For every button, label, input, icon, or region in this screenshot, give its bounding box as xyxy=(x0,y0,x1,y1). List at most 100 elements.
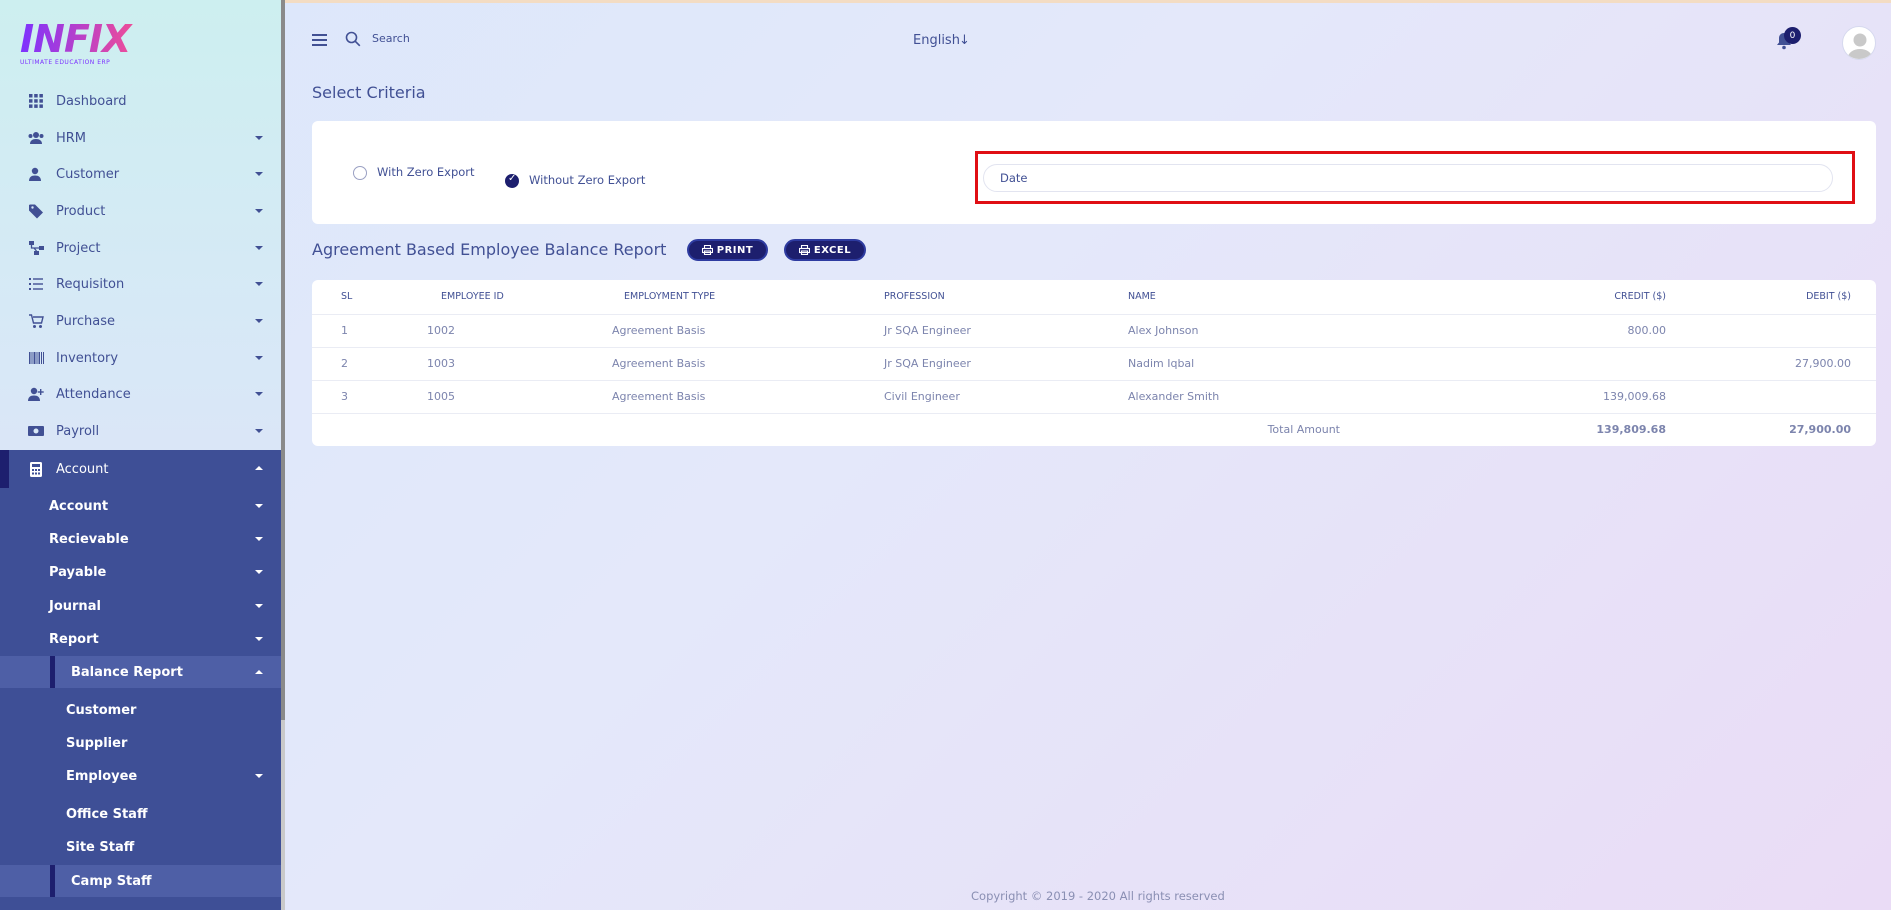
chevron-down-icon xyxy=(255,282,263,286)
table-row: 2 1003 Agreement Basis Jr SQA Engineer N… xyxy=(312,347,1876,381)
chevron-down-icon xyxy=(255,570,263,574)
sidebar-subitem-payable[interactable]: Payable xyxy=(0,556,281,588)
grid-icon xyxy=(28,93,44,109)
print-label: PRINT xyxy=(716,244,754,256)
column-header-sl[interactable]: SL xyxy=(312,280,427,315)
sidebar-item-payroll[interactable]: Payroll xyxy=(0,413,281,449)
sidebar-item-inventory[interactable]: Inventory xyxy=(0,340,281,376)
sidebar-subitem-label: Account xyxy=(49,498,109,514)
chevron-down-icon xyxy=(255,246,263,250)
cell-credit xyxy=(1340,347,1672,381)
sidebar: INFIX ULTIMATE EDUCATION ERP Dashboard H… xyxy=(0,0,281,910)
cell-credit: 800.00 xyxy=(1340,314,1672,348)
list-icon xyxy=(28,276,44,292)
cell-total-credit: 139,809.68 xyxy=(1596,423,1666,437)
print-button[interactable]: PRINT xyxy=(687,239,768,261)
sidebar-item-dashboard[interactable]: Dashboard xyxy=(0,83,281,119)
sidebar-subitem-account[interactable]: Account xyxy=(0,490,281,522)
radio-with-zero-export[interactable] xyxy=(353,166,367,180)
radio-without-zero-export[interactable] xyxy=(505,173,519,188)
search-icon[interactable] xyxy=(345,31,361,47)
cell-employee-id: 1003 xyxy=(427,347,575,381)
sidebar-item-label: HRM xyxy=(56,130,87,146)
sidebar-subitem-label: Balance Report xyxy=(71,664,183,680)
table-row: 1 1002 Agreement Basis Jr SQA Engineer A… xyxy=(312,314,1876,348)
cell-debit xyxy=(1672,314,1876,348)
sidebar-subitem-supplier[interactable]: Supplier xyxy=(0,727,281,759)
chevron-down-icon xyxy=(255,319,263,323)
column-header-debit[interactable]: DEBIT ($) xyxy=(1672,280,1876,315)
sidebar-subitem-label: Site Staff xyxy=(66,839,135,855)
excel-button[interactable]: EXCEL xyxy=(784,239,866,261)
logo-tagline: ULTIMATE EDUCATION ERP xyxy=(20,59,111,66)
user-plus-icon xyxy=(28,386,44,402)
table-total-row: Total Amount 139,809.68 27,900.00 xyxy=(312,413,1876,446)
sidebar-subitem-camp-staff[interactable]: Camp Staff xyxy=(0,865,281,897)
sidebar-subitem-journal[interactable]: Journal xyxy=(0,590,281,622)
calculator-icon xyxy=(28,461,44,477)
column-header-credit[interactable]: CREDIT ($) xyxy=(1340,280,1672,315)
sidebar-item-label: Inventory xyxy=(56,350,119,366)
cell-profession: Jr SQA Engineer xyxy=(831,347,1090,381)
column-header-employee-id[interactable]: EMPLOYEE ID xyxy=(427,280,575,315)
chevron-down-icon xyxy=(255,136,263,140)
cell-employment-type: Agreement Basis xyxy=(575,314,831,348)
sidebar-item-account[interactable]: Account xyxy=(0,450,281,488)
date-input[interactable] xyxy=(983,164,1833,192)
sidebar-subitem-employee[interactable]: Employee xyxy=(0,760,281,792)
cell-sl: 1 xyxy=(312,314,427,348)
sidebar-subitem-label: Employee xyxy=(66,768,138,784)
sidebar-subitem-office-staff[interactable]: Office Staff xyxy=(0,798,281,830)
language-selector[interactable]: English xyxy=(913,33,960,48)
sidebar-item-purchase[interactable]: Purchase xyxy=(0,303,281,339)
sidebar-item-attendance[interactable]: Attendance xyxy=(0,376,281,412)
cell-employee-id: 1005 xyxy=(427,380,575,414)
column-header-name[interactable]: NAME xyxy=(1090,280,1340,315)
cell-credit: 139,009.68 xyxy=(1340,380,1672,414)
sidebar-subitem-recievable[interactable]: Recievable xyxy=(0,523,281,555)
sidebar-item-label: Customer xyxy=(56,166,120,182)
avatar[interactable] xyxy=(1842,26,1876,60)
sidebar-item-label: Payroll xyxy=(56,423,100,439)
notification-badge: 0 xyxy=(1784,27,1801,44)
scrollbar-thumb[interactable] xyxy=(281,0,285,720)
sidebar-item-label: Account xyxy=(56,461,109,477)
sidebar-subitem-balance-report[interactable]: Balance Report xyxy=(0,656,281,688)
cell-profession: Civil Engineer xyxy=(831,380,1090,414)
sidebar-subitem-report[interactable]: Report xyxy=(0,623,281,655)
radio-label-with-zero[interactable]: With Zero Export xyxy=(377,165,475,179)
sidebar-item-project[interactable]: Project xyxy=(0,230,281,266)
sidebar-item-hrm[interactable]: HRM xyxy=(0,120,281,156)
arrow-down-icon[interactable]: ↓ xyxy=(959,33,970,48)
column-header-employment-type[interactable]: EMPLOYMENT TYPE xyxy=(575,280,831,315)
sidebar-item-customer[interactable]: Customer xyxy=(0,156,281,192)
table-header-row: SL EMPLOYEE ID EMPLOYMENT TYPE PROFESSIO… xyxy=(312,280,1876,315)
table-row: 3 1005 Agreement Basis Civil Engineer Al… xyxy=(312,380,1876,414)
chevron-down-icon xyxy=(255,537,263,541)
footer-copyright: Copyright © 2019 - 2020 All rights reser… xyxy=(971,889,1225,903)
sidebar-subitem-label: Office Staff xyxy=(66,806,148,822)
cell-profession: Jr SQA Engineer xyxy=(831,314,1090,348)
sidebar-scrollbar[interactable] xyxy=(281,0,285,910)
sidebar-subitem-customer[interactable]: Customer xyxy=(0,694,281,726)
cart-icon xyxy=(28,313,44,329)
column-header-profession[interactable]: PROFESSION xyxy=(831,280,1090,315)
search-input[interactable]: Search xyxy=(372,32,410,45)
logo-text: INFIX xyxy=(20,20,200,58)
cell-debit: 27,900.00 xyxy=(1672,347,1876,381)
printer-icon xyxy=(798,245,810,255)
sidebar-subitem-label: Recievable xyxy=(49,531,129,547)
sidebar-subitem-site-staff[interactable]: Site Staff xyxy=(0,831,281,863)
sidebar-subitem-label: Payable xyxy=(49,564,107,580)
menu-toggle-icon[interactable] xyxy=(312,34,327,46)
radio-label-without-zero[interactable]: Without Zero Export xyxy=(529,173,645,187)
logo[interactable]: INFIX ULTIMATE EDUCATION ERP xyxy=(20,20,200,66)
cell-sl: 2 xyxy=(312,347,427,381)
sidebar-item-product[interactable]: Product xyxy=(0,193,281,229)
chevron-down-icon xyxy=(255,392,263,396)
cell-employment-type: Agreement Basis xyxy=(575,347,831,381)
cell-name: Alexander Smith xyxy=(1090,380,1340,414)
sidebar-item-requisition[interactable]: Requisiton xyxy=(0,266,281,302)
report-table-card: SL EMPLOYEE ID EMPLOYMENT TYPE PROFESSIO… xyxy=(312,280,1876,446)
page-title: Select Criteria xyxy=(312,83,426,102)
